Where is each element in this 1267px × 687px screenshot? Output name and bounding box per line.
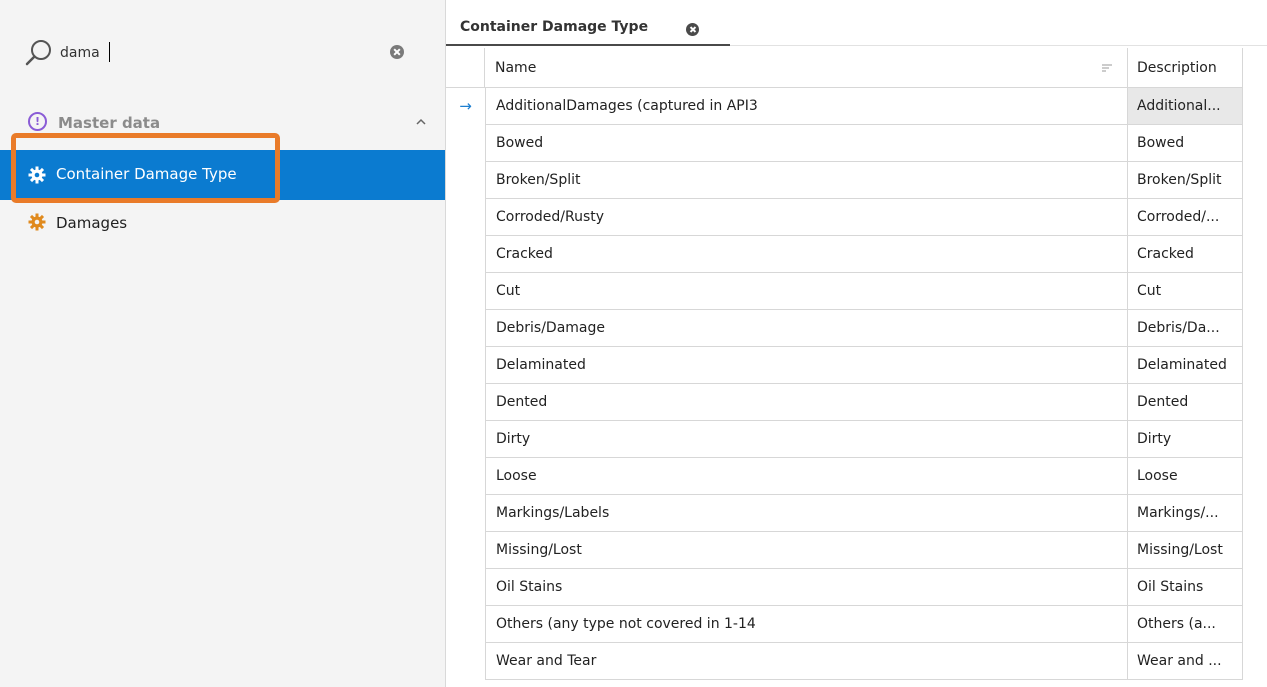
table-row[interactable]: Bowed Bowed	[446, 125, 1267, 162]
table-row[interactable]: Delaminated Delaminated	[446, 347, 1267, 384]
cell-name[interactable]: Dirty	[485, 421, 1128, 458]
navigation-pane: ! Master data Container Damage Type	[0, 0, 445, 687]
data-grid: Name Description → AdditionalDamages (cap…	[446, 48, 1267, 687]
search-input[interactable]	[60, 40, 360, 66]
table-row[interactable]: Corroded/Rusty Corroded/...	[446, 199, 1267, 236]
cell-name[interactable]: Cracked	[485, 236, 1128, 273]
row-indicator	[446, 643, 485, 680]
table-row[interactable]: Broken/Split Broken/Split	[446, 162, 1267, 199]
cell-description[interactable]: Additional...	[1128, 88, 1243, 125]
text-caret	[109, 42, 110, 62]
column-header-description[interactable]: Description	[1128, 48, 1243, 88]
row-indicator	[446, 421, 485, 458]
search-box[interactable]	[24, 36, 424, 70]
row-indicator	[446, 495, 485, 532]
active-tab-indicator	[446, 44, 730, 46]
grid-header: Name Description	[446, 48, 1267, 88]
table-row[interactable]: Cut Cut	[446, 273, 1267, 310]
cell-description[interactable]: Bowed	[1128, 125, 1243, 162]
sort-icon	[1102, 64, 1112, 72]
cell-description[interactable]: Cut	[1128, 273, 1243, 310]
cell-name[interactable]: AdditionalDamages (captured in API3	[485, 88, 1128, 125]
cell-name[interactable]: Broken/Split	[485, 162, 1128, 199]
nav-item-label: Container Damage Type	[56, 165, 237, 183]
tab-strip-divider	[730, 45, 1267, 46]
table-row[interactable]: Oil Stains Oil Stains	[446, 569, 1267, 606]
row-indicator	[446, 162, 485, 199]
cell-name[interactable]: Loose	[485, 458, 1128, 495]
cell-name[interactable]: Corroded/Rusty	[485, 199, 1128, 236]
clear-search-icon[interactable]	[390, 45, 404, 59]
row-indicator	[446, 125, 485, 162]
table-row[interactable]: Debris/Damage Debris/Da...	[446, 310, 1267, 347]
cell-name[interactable]: Others (any type not covered in 1-14	[485, 606, 1128, 643]
column-header-label: Description	[1137, 60, 1217, 76]
cell-name[interactable]: Delaminated	[485, 347, 1128, 384]
table-row[interactable]: Missing/Lost Missing/Lost	[446, 532, 1267, 569]
group-header-master-data[interactable]: ! Master data	[28, 112, 438, 138]
row-indicator	[446, 569, 485, 606]
group-label: Master data	[58, 114, 161, 132]
nav-item-container-damage-type[interactable]: Container Damage Type	[0, 150, 445, 200]
row-indicator	[446, 606, 485, 643]
cell-description[interactable]: Broken/Split	[1128, 162, 1243, 199]
gear-icon	[28, 213, 46, 231]
cell-description[interactable]: Others (a...	[1128, 606, 1243, 643]
table-row[interactable]: → AdditionalDamages (captured in API3 Addi…	[446, 88, 1267, 125]
row-indicator	[446, 236, 485, 273]
chevron-up-icon[interactable]	[415, 116, 427, 128]
cell-description[interactable]: Delaminated	[1128, 347, 1243, 384]
row-indicator	[446, 273, 485, 310]
row-indicator	[446, 532, 485, 569]
cell-name[interactable]: Oil Stains	[485, 569, 1128, 606]
cell-description[interactable]: Corroded/...	[1128, 199, 1243, 236]
cell-description[interactable]: Cracked	[1128, 236, 1243, 273]
cell-name[interactable]: Dented	[485, 384, 1128, 421]
nav-item-damages[interactable]: Damages	[0, 197, 445, 247]
cell-description[interactable]: Dented	[1128, 384, 1243, 421]
indicator-column-header	[446, 48, 485, 88]
cell-description[interactable]: Missing/Lost	[1128, 532, 1243, 569]
cell-name[interactable]: Debris/Damage	[485, 310, 1128, 347]
tab-label: Container Damage Type	[460, 19, 649, 35]
cell-name[interactable]: Wear and Tear	[485, 643, 1128, 680]
table-row[interactable]: Dented Dented	[446, 384, 1267, 421]
master-data-icon: !	[28, 112, 47, 131]
cell-name[interactable]: Missing/Lost	[485, 532, 1128, 569]
cell-name[interactable]: Markings/Labels	[485, 495, 1128, 532]
table-row[interactable]: Markings/Labels Markings/...	[446, 495, 1267, 532]
table-row[interactable]: Cracked Cracked	[446, 236, 1267, 273]
row-indicator	[446, 384, 485, 421]
cell-description[interactable]: Wear and ...	[1128, 643, 1243, 680]
arrow-right-icon: →	[459, 97, 472, 115]
row-indicator	[446, 310, 485, 347]
column-header-label: Name	[495, 60, 537, 76]
row-indicator	[446, 458, 485, 495]
cell-description[interactable]: Loose	[1128, 458, 1243, 495]
nav-item-label: Damages	[56, 214, 128, 232]
table-row[interactable]: Loose Loose	[446, 458, 1267, 495]
close-tab-icon[interactable]	[686, 23, 699, 36]
cell-description[interactable]: Markings/...	[1128, 495, 1243, 532]
cell-description[interactable]: Oil Stains	[1128, 569, 1243, 606]
cell-description[interactable]: Dirty	[1128, 421, 1243, 458]
gear-icon	[28, 166, 46, 184]
cell-name[interactable]: Bowed	[485, 125, 1128, 162]
row-indicator	[446, 347, 485, 384]
search-icon	[25, 40, 51, 66]
table-row[interactable]: Dirty Dirty	[446, 421, 1267, 458]
column-header-name[interactable]: Name	[485, 48, 1128, 88]
table-row[interactable]: Others (any type not covered in 1-14 Othe…	[446, 606, 1267, 643]
tab-container-damage-type[interactable]: Container Damage Type	[446, 10, 730, 44]
row-indicator	[446, 199, 485, 236]
cell-name[interactable]: Cut	[485, 273, 1128, 310]
cell-description[interactable]: Debris/Da...	[1128, 310, 1243, 347]
table-row[interactable]: Wear and Tear Wear and ...	[446, 643, 1267, 680]
